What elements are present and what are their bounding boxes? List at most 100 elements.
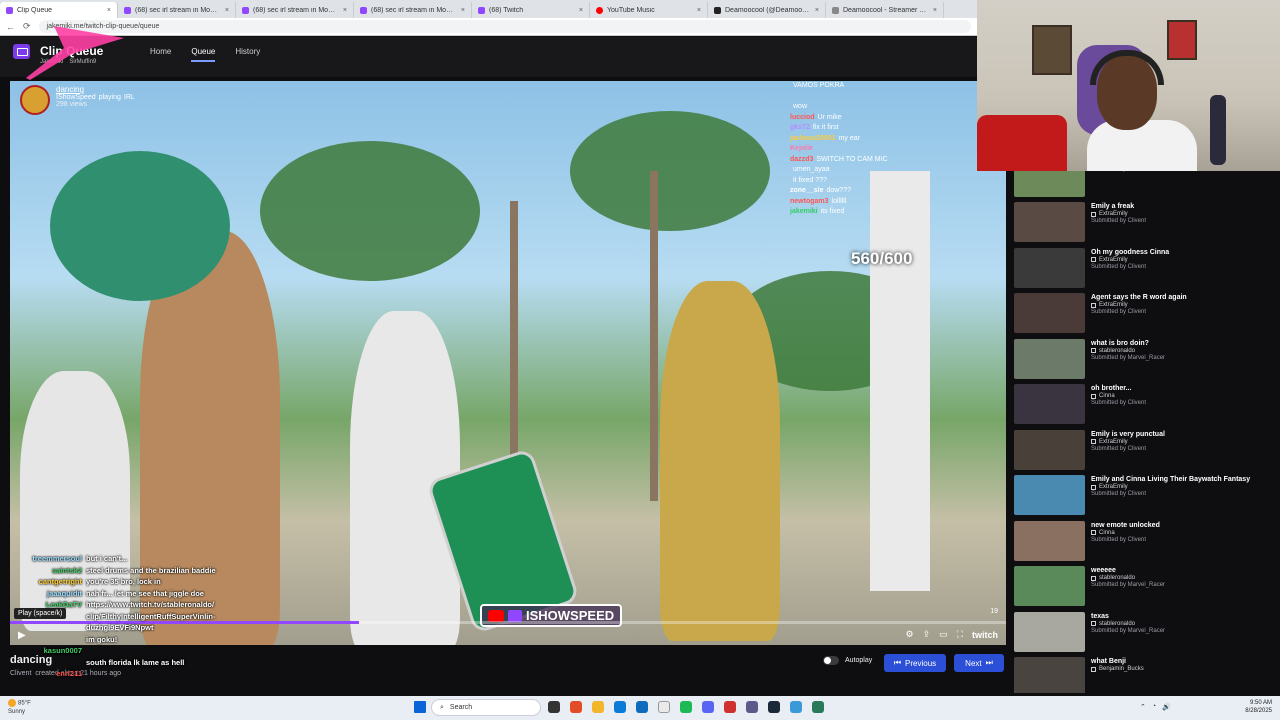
clip-thumbnail[interactable]: [1014, 384, 1085, 424]
theatre-icon[interactable]: ▭: [939, 629, 948, 640]
tab-title: YouTube Music: [607, 6, 655, 14]
steam-icon[interactable]: [768, 701, 780, 713]
previous-label: Previous: [905, 658, 937, 668]
browser-tab[interactable]: (68) sec irl stream in Monaco & F ×: [236, 2, 354, 18]
queue-item[interactable]: weeeee stableronaldo Submitted by Marvel_R…: [1014, 566, 1274, 610]
obs-icon[interactable]: [724, 701, 736, 713]
channel-name[interactable]: IShowSpeed: [56, 94, 96, 101]
twitch-icon: [1091, 530, 1096, 535]
close-tab-icon[interactable]: ×: [107, 7, 111, 14]
white-pillar: [870, 171, 930, 591]
browser-tab[interactable]: (68) Twitch ×: [472, 2, 590, 18]
clip-thumbnail[interactable]: [1014, 202, 1085, 242]
queue-item[interactable]: IShowSpeedSubmitted by Clivent: [1014, 171, 1274, 201]
windows-start-icon[interactable]: [414, 701, 426, 713]
queue-item[interactable]: Emily is very punctual ExtraEmily Submitte…: [1014, 429, 1274, 474]
browser-tab[interactable]: (68) sec irl stream in Monaco & F ×: [118, 2, 236, 18]
queue-item-title: what is bro doin?: [1091, 339, 1149, 347]
chat-message: jaaaquidit nah fr... let me see that jigg…: [16, 588, 216, 600]
close-tab-icon[interactable]: ×: [579, 7, 583, 14]
twitch-logo[interactable]: twitch: [972, 630, 998, 640]
volume-icon[interactable]: 🔊: [1162, 703, 1171, 711]
clip-thumbnail[interactable]: [1014, 338, 1085, 379]
clip-title-link[interactable]: dancing: [56, 85, 135, 94]
fullscreen-icon[interactable]: ⛶: [957, 629, 963, 640]
clip-thumbnail[interactable]: [1014, 611, 1085, 652]
chrome-icon[interactable]: [658, 701, 670, 713]
queue-item[interactable]: Emily and Cinna Living Their Baywatch Fa…: [1014, 475, 1274, 519]
palm-tree: [570, 111, 770, 231]
app-icon[interactable]: [812, 701, 824, 713]
playing-label: playing: [98, 94, 121, 101]
overview-icon: [832, 6, 839, 14]
browser-tab[interactable]: YouTube Music ×: [590, 2, 708, 18]
queue-item[interactable]: new emote unlocked Cinna Submitted by Cliv…: [1014, 520, 1274, 565]
app-icon[interactable]: [790, 701, 802, 713]
search-icon: ⌕: [440, 703, 444, 711]
chevron-up-icon[interactable]: ⌃: [1140, 703, 1146, 711]
queue-item-submitter: Submitted by Clivent: [1091, 536, 1147, 543]
nav-queue[interactable]: Queue: [191, 47, 216, 62]
clip-thumbnail[interactable]: [1014, 475, 1085, 515]
search-placeholder: Search: [449, 704, 473, 711]
queue-item[interactable]: what is bro doin? stableronaldo Submitted …: [1014, 338, 1274, 383]
close-tab-icon[interactable]: ×: [461, 7, 465, 14]
autoplay-toggle[interactable]: [823, 656, 839, 665]
share-icon[interactable]: ⇪: [923, 629, 931, 640]
store-icon[interactable]: [636, 701, 648, 713]
wifi-icon[interactable]: ◔: [1152, 703, 1156, 711]
weather-widget[interactable]: 85°F Sunny: [8, 699, 31, 716]
microphone-icon: [1210, 95, 1226, 165]
queue-item[interactable]: oh brother... Cinna Submitted by Clivent: [1014, 384, 1274, 428]
nav-history[interactable]: History: [235, 47, 260, 62]
next-label: Next: [965, 658, 982, 668]
close-tab-icon[interactable]: ×: [933, 7, 937, 14]
close-tab-icon[interactable]: ×: [225, 7, 229, 14]
chat-message: im goku!: [16, 634, 216, 646]
spotify-icon[interactable]: [680, 701, 692, 713]
chat-text: [86, 668, 216, 680]
game-name[interactable]: IRL: [124, 94, 135, 101]
queue-item[interactable]: Agent says the R word again ExtraEmily Sub…: [1014, 293, 1274, 337]
clip-thumbnail[interactable]: [1014, 657, 1085, 693]
file-explorer-icon[interactable]: [592, 701, 604, 713]
close-tab-icon[interactable]: ×: [697, 7, 701, 14]
browser-icon[interactable]: [570, 701, 582, 713]
queue-item-info: Emily a freak ExtraEmily Submitted by Cliv…: [1091, 202, 1146, 246]
browser-tab[interactable]: Deamoocool - Streamer Overview ×: [826, 2, 944, 18]
browser-tab[interactable]: Clip Queue ×: [0, 2, 118, 18]
discord-icon[interactable]: [702, 701, 714, 713]
streamer-body: [1087, 120, 1197, 171]
back-icon[interactable]: ←: [6, 22, 15, 32]
queue-item[interactable]: texas stableronaldo Submitted by Marvel_Ra…: [1014, 611, 1274, 656]
chat-message: gks72 fix it first: [790, 123, 990, 134]
chat-username: kasun0007: [43, 646, 82, 655]
queue-item[interactable]: Emily a freak ExtraEmily Submitted by Cliv…: [1014, 202, 1274, 246]
clip-thumbnail[interactable]: [1014, 429, 1085, 470]
next-button[interactable]: Next ⏭: [954, 654, 1004, 672]
clip-thumbnail[interactable]: [1014, 247, 1085, 288]
close-tab-icon[interactable]: ×: [343, 7, 347, 14]
clip-thumbnail[interactable]: [1014, 566, 1085, 606]
url-field[interactable]: jakemiki.me/twitch-clip-queue/queue: [38, 20, 971, 33]
tab-title: Deamoocool (@Deamoocool) / X: [725, 6, 811, 14]
chat-username: lucciod: [790, 113, 815, 121]
browser-tab[interactable]: (68) sec irl stream in Monaco & F ×: [354, 2, 472, 18]
queue-item[interactable]: what Benji Benjamin_Bucks: [1014, 657, 1274, 693]
channel-avatar[interactable]: [20, 85, 50, 115]
edge-icon[interactable]: [614, 701, 626, 713]
clip-thumbnail[interactable]: [1014, 520, 1085, 561]
clock[interactable]: 9:50 AM 8/28/2025: [1245, 699, 1272, 715]
clip-thumbnail[interactable]: [1014, 171, 1085, 197]
taskbar-search[interactable]: ⌕ Search: [431, 699, 541, 716]
queue-item[interactable]: Oh my goodness Cinna ExtraEmily Submitted …: [1014, 247, 1274, 292]
settings-icon[interactable]: ⚙: [906, 629, 914, 640]
close-tab-icon[interactable]: ×: [815, 7, 819, 14]
app-icon[interactable]: [746, 701, 758, 713]
browser-tab[interactable]: Deamoocool (@Deamoocool) / X ×: [708, 2, 826, 18]
task-view-icon[interactable]: [548, 701, 560, 713]
nav-home[interactable]: Home: [150, 47, 171, 62]
clip-thumbnail[interactable]: [1014, 293, 1085, 333]
channel-name: ExtraEmily: [1099, 256, 1128, 263]
previous-button[interactable]: ⏮ Previous: [884, 654, 946, 672]
